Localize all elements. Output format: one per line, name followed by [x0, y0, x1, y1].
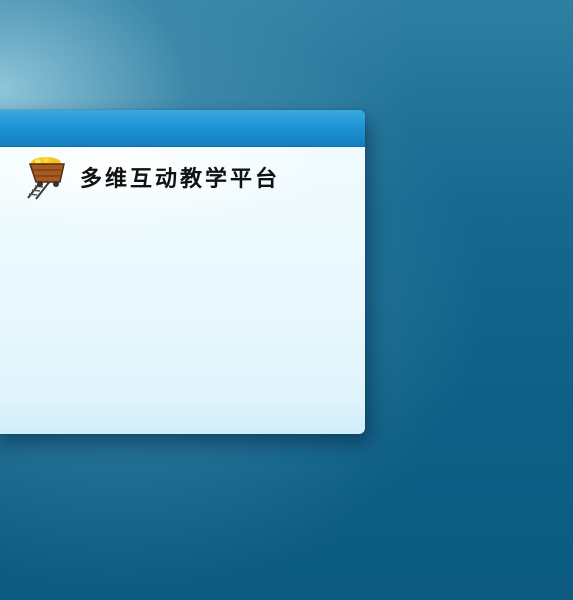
- mine-cart-icon: [27, 157, 65, 200]
- app-title: 多维互动教学平台: [80, 166, 281, 192]
- login-panel: 多维互动教学平台: [0, 110, 365, 434]
- brand: 多维互动教学平台: [24, 154, 280, 200]
- panel-header-bar: [0, 110, 365, 147]
